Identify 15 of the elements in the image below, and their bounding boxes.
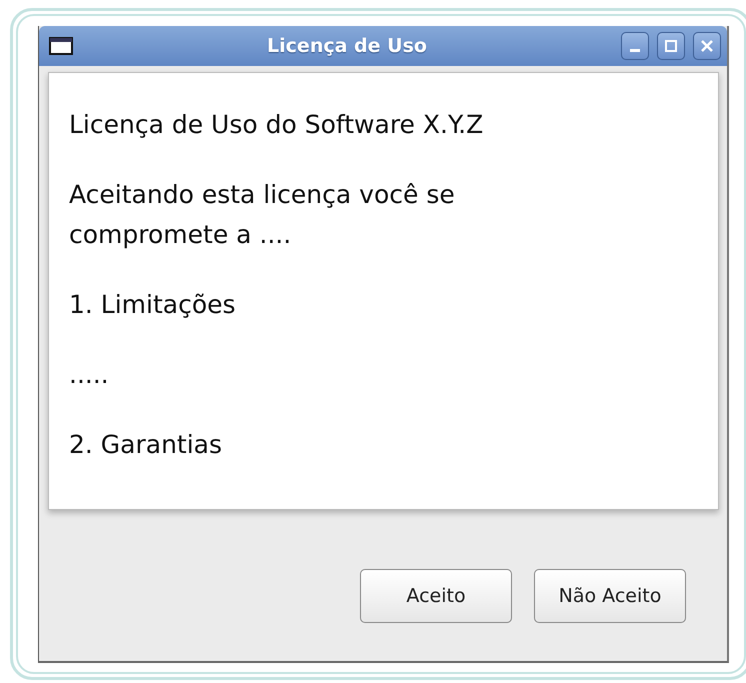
dialog-button[interactable]: Aceito <box>360 568 512 622</box>
license-paragraph: Licença de Uso do Software X.Y.Z <box>69 109 484 141</box>
minimize-button[interactable] <box>621 32 649 60</box>
close-button[interactable] <box>693 32 721 60</box>
dialog-button[interactable]: Não Aceito <box>534 568 686 622</box>
license-paragraph: 2. Garantias <box>69 429 224 461</box>
close-icon <box>699 38 715 54</box>
license-paragraph: ..... <box>69 359 110 391</box>
license-paragraph: 1. Limitações <box>69 289 237 321</box>
license-paragraph: Aceitando esta licença você se compromete a .... <box>69 179 456 251</box>
minimize-icon <box>630 49 640 52</box>
window-icon <box>49 37 73 55</box>
maximize-icon <box>663 38 679 54</box>
window-title: Licença de Uso <box>266 35 428 57</box>
maximize-button[interactable] <box>657 32 685 60</box>
